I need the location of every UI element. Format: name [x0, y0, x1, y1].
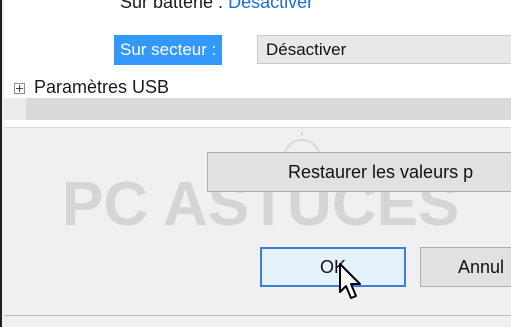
tree-item-usb-settings[interactable]: Paramètres USB: [14, 76, 511, 98]
on-ac-dropdown[interactable]: Désactiver: [257, 35, 511, 64]
ok-button[interactable]: OK: [260, 247, 406, 287]
bottom-divider: [4, 315, 511, 316]
scroll-left-button[interactable]: [4, 98, 26, 120]
dialog-frame: Sur batterie : Désactiver Sur secteur : …: [0, 0, 511, 327]
on-battery-value[interactable]: Désactiver: [228, 0, 313, 12]
plus-expander-icon[interactable]: [14, 83, 25, 94]
restore-defaults-button[interactable]: Restaurer les valeurs p: [207, 152, 511, 192]
cancel-button[interactable]: Annul: [420, 247, 511, 287]
tree-row-on-ac[interactable]: Sur secteur : Désactiver: [4, 35, 511, 66]
horizontal-scrollbar[interactable]: [4, 98, 511, 120]
tree-row-on-battery[interactable]: Sur batterie : Désactiver: [120, 0, 511, 13]
usb-settings-label: Paramètres USB: [34, 77, 170, 97]
mouse-pointer-icon: [339, 263, 361, 299]
power-settings-tree: Sur batterie : Désactiver Sur secteur : …: [4, 0, 511, 128]
on-ac-label: Sur secteur :: [114, 35, 223, 65]
on-battery-label: Sur batterie :: [120, 0, 224, 12]
